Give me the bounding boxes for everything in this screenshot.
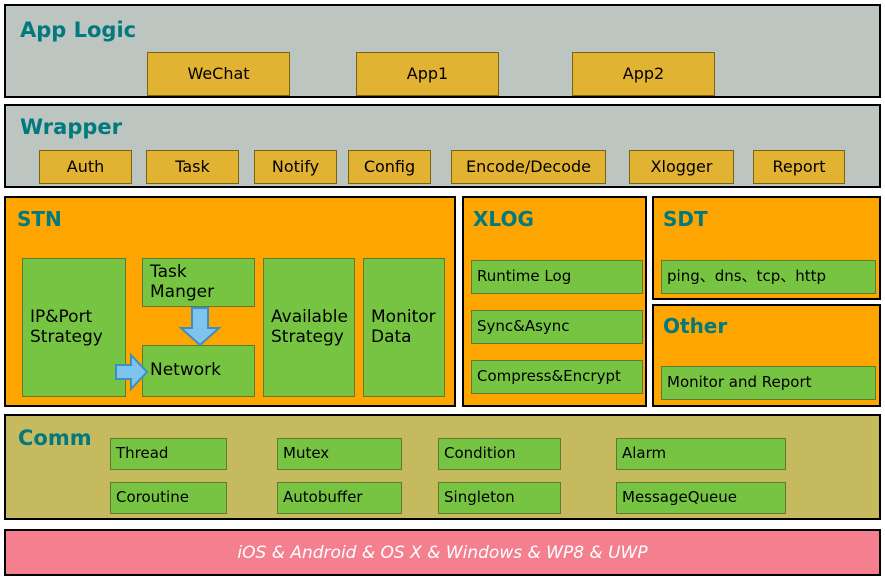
comm-item-messagequeue[interactable]: MessageQueue	[616, 482, 786, 514]
layer-other-title: Other	[663, 314, 728, 338]
wrapper-item-auth[interactable]: Auth	[39, 150, 132, 184]
stn-item-monitor-data[interactable]: Monitor Data	[363, 258, 445, 397]
stn-item-available-strategy[interactable]: Available Strategy	[263, 258, 355, 397]
comm-item-thread[interactable]: Thread	[110, 438, 227, 470]
comm-item-mutex[interactable]: Mutex	[277, 438, 402, 470]
layer-comm: Comm Thread Mutex Condition Alarm Corout…	[4, 414, 881, 520]
comm-item-singleton[interactable]: Singleton	[438, 482, 561, 514]
layer-other: Other Monitor and Report	[652, 304, 881, 407]
comm-item-condition[interactable]: Condition	[438, 438, 561, 470]
app-logic-item-app1[interactable]: App1	[356, 52, 499, 96]
layer-wrapper-title: Wrapper	[20, 115, 122, 139]
comm-item-coroutine[interactable]: Coroutine	[110, 482, 227, 514]
layer-xlog: XLOG Runtime Log Sync&Async Compress&Enc…	[462, 196, 647, 407]
layer-comm-title: Comm	[18, 426, 92, 450]
layer-wrapper: Wrapper Auth Task Notify Config Encode/D…	[4, 104, 881, 188]
wrapper-item-config[interactable]: Config	[348, 150, 431, 184]
arrow-ipport-strategy-to-network	[115, 352, 149, 392]
other-item-monitor-and-report[interactable]: Monitor and Report	[661, 366, 876, 400]
layer-sdt: SDT ping、dns、tcp、http	[652, 196, 881, 300]
architecture-diagram: App Logic WeChat App1 App2 Wrapper Auth …	[0, 0, 885, 580]
wrapper-item-notify[interactable]: Notify	[254, 150, 337, 184]
stn-item-task-manger[interactable]: Task Manger	[142, 258, 255, 307]
layer-stn-title: STN	[17, 207, 62, 231]
comm-item-autobuffer[interactable]: Autobuffer	[277, 482, 402, 514]
app-logic-item-wechat[interactable]: WeChat	[147, 52, 290, 96]
layer-xlog-title: XLOG	[473, 207, 534, 231]
layer-stn: STN IP&Port Strategy Task Manger Network…	[4, 196, 456, 407]
layer-app-logic: App Logic WeChat App1 App2	[4, 4, 881, 98]
wrapper-item-encode-decode[interactable]: Encode/Decode	[451, 150, 606, 184]
platform-banner-text: iOS & Android & OS X & Windows & WP8 & U…	[237, 542, 648, 563]
xlog-item-compress-encrypt[interactable]: Compress&Encrypt	[471, 360, 643, 394]
layer-sdt-title: SDT	[663, 207, 708, 231]
wrapper-item-task[interactable]: Task	[146, 150, 239, 184]
arrow-task-manger-to-network	[178, 307, 222, 347]
stn-item-network[interactable]: Network	[142, 345, 255, 397]
comm-item-alarm[interactable]: Alarm	[616, 438, 786, 470]
layer-app-logic-title: App Logic	[20, 18, 137, 42]
layer-platform: iOS & Android & OS X & Windows & WP8 & U…	[4, 529, 881, 576]
stn-item-ip-port-strategy[interactable]: IP&Port Strategy	[22, 258, 126, 397]
sdt-item-protocols[interactable]: ping、dns、tcp、http	[661, 260, 876, 294]
wrapper-item-xlogger[interactable]: Xlogger	[629, 150, 734, 184]
xlog-item-sync-async[interactable]: Sync&Async	[471, 310, 643, 344]
wrapper-item-report[interactable]: Report	[753, 150, 845, 184]
app-logic-item-app2[interactable]: App2	[572, 52, 715, 96]
xlog-item-runtime-log[interactable]: Runtime Log	[471, 260, 643, 294]
